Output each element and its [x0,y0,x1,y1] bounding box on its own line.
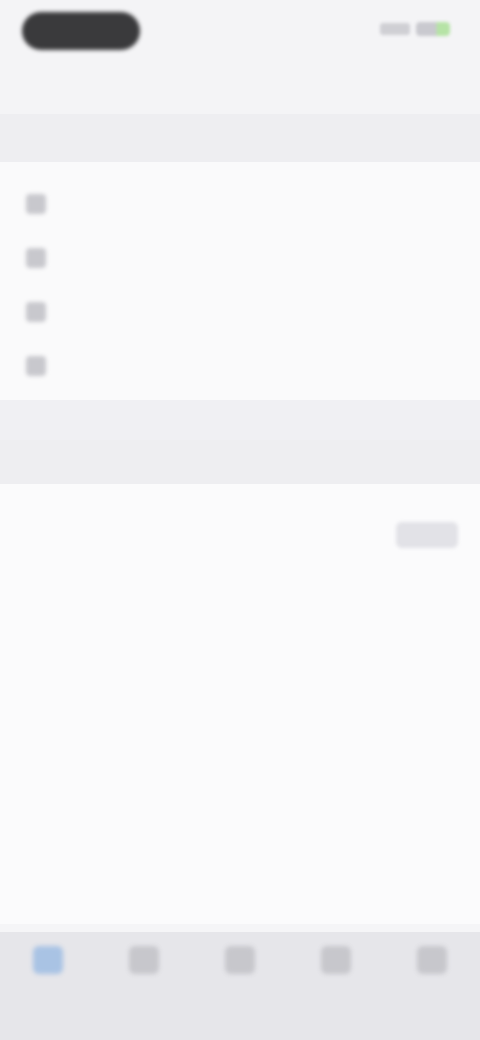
tab-home[interactable] [13,946,83,982]
action-button[interactable] [396,522,458,548]
tab-bar [0,932,480,1040]
list-icon [26,194,46,214]
menu-item-4[interactable] [0,340,480,392]
tab-profile[interactable] [397,946,467,982]
box-icon [26,302,46,322]
status-bar [0,0,480,62]
tab-3[interactable] [205,946,275,982]
tab-4[interactable] [301,946,371,982]
battery-icon [416,22,450,36]
menu-list [0,162,480,400]
tab-2[interactable] [109,946,179,982]
signal-icon [380,23,410,35]
home-icon [33,946,63,974]
grid-icon [26,248,46,268]
status-icons [380,22,450,36]
profile-icon [417,946,447,974]
tab2-icon [129,946,159,974]
section-header [0,114,480,162]
section-header-2 [0,440,480,484]
content-card [0,484,480,924]
divider [0,400,480,440]
menu-item-2[interactable] [0,232,480,284]
info-row [0,500,480,560]
settings-icon [26,356,46,376]
tab4-icon [321,946,351,974]
tab3-icon [225,946,255,974]
time-pill [22,12,140,50]
menu-item-3[interactable] [0,286,480,338]
header [0,62,480,114]
menu-item-1[interactable] [0,178,480,230]
